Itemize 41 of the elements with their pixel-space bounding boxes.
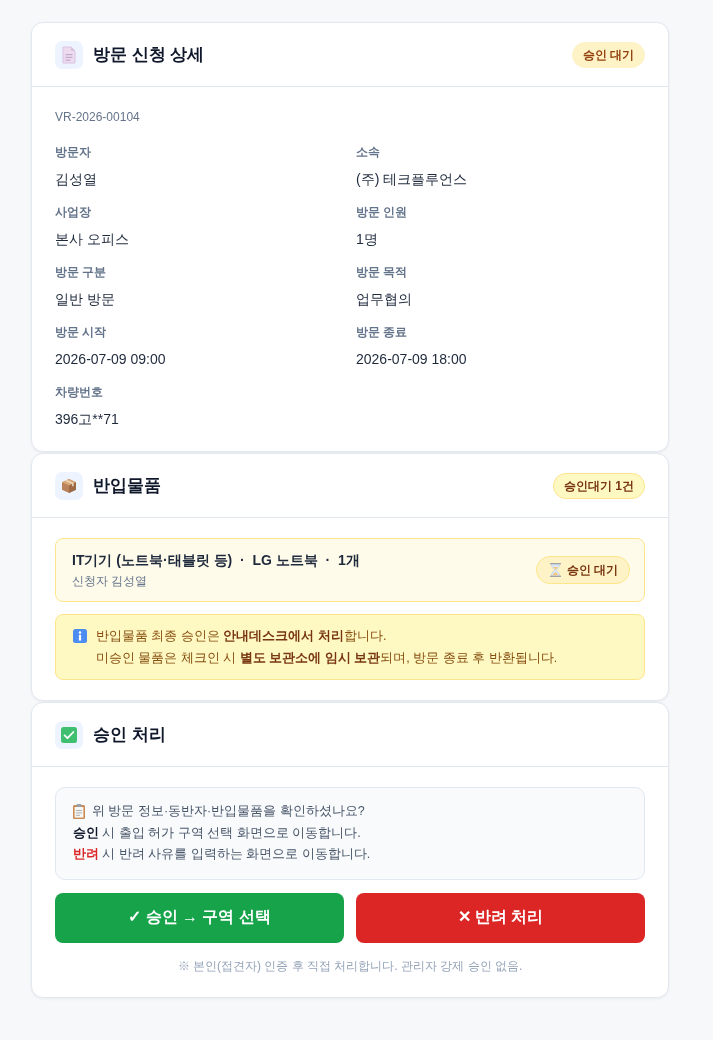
field-value: 1명 (356, 230, 378, 249)
count-badge: 승인대기 1건 (553, 472, 645, 499)
approve-button[interactable]: ✓ 승인 → 구역 선택 (55, 892, 344, 943)
document-icon (55, 40, 83, 69)
package-icon (55, 471, 83, 500)
request-id: VR-2026-00104 (55, 109, 140, 126)
field-label: 사업장 (55, 204, 91, 221)
info-icon (73, 629, 87, 643)
notice-text: 반입물품 최종 승인은 안내데스크에서 처리합니다. (96, 628, 387, 645)
item-description: IT기기 (노트북·태블릿 등) · LG 노트북 · 1개 (72, 551, 360, 570)
reject-button[interactable]: ✕ 반려 처리 (356, 892, 645, 943)
notice-text: 미승인 물품은 체크인 시 별도 보관소에 임시 보관되며, 방문 종료 후 반환됩니다. (96, 650, 558, 667)
checkbox-icon (55, 720, 83, 749)
card-title: 승인 처리 (93, 724, 166, 746)
field-value: (주) 테크플루언스 (356, 170, 468, 189)
field-value: 2026-07-09 18:00 (356, 350, 467, 369)
guide-text: 승인 시 출입 허가 구역 선택 화면으로 이동합니다. (73, 824, 361, 842)
field-label: 방문 목적 (356, 264, 408, 281)
field-label: 방문 구분 (55, 264, 107, 281)
field-value: 업무협의 (356, 290, 412, 309)
footnote: ※ 본인(접견자) 인증 후 직접 처리합니다. 관리자 강제 승인 없음. (177, 957, 523, 975)
field-value: 일반 방문 (55, 290, 115, 309)
clipboard-icon (73, 804, 85, 820)
item-requester: 신청자 김성열 (72, 573, 148, 590)
status-badge: 승인 대기 (571, 41, 645, 68)
field-value: 본사 오피스 (55, 230, 129, 249)
card-title: 반입물품 (93, 475, 161, 497)
field-value: 2026-07-09 09:00 (55, 350, 166, 369)
hourglass-icon (549, 563, 561, 577)
field-label: 방문 인원 (356, 204, 408, 221)
item-status-badge: 승인 대기 (535, 556, 630, 584)
field-label: 차량번호 (55, 384, 103, 401)
field-value: 김성열 (55, 170, 97, 189)
field-label: 방문 시작 (55, 324, 107, 341)
guide-question: 위 방문 정보·동반자·반입물품을 확인하셨나요? (92, 803, 365, 821)
guide-text: 반려 시 반려 사유를 입력하는 화면으로 이동합니다. (73, 846, 371, 864)
field-label: 소속 (356, 144, 380, 161)
field-label: 방문자 (55, 144, 91, 161)
field-value: 396고**71 (55, 410, 119, 429)
card-title: 방문 신청 상세 (93, 44, 205, 66)
field-label: 방문 종료 (356, 324, 408, 341)
